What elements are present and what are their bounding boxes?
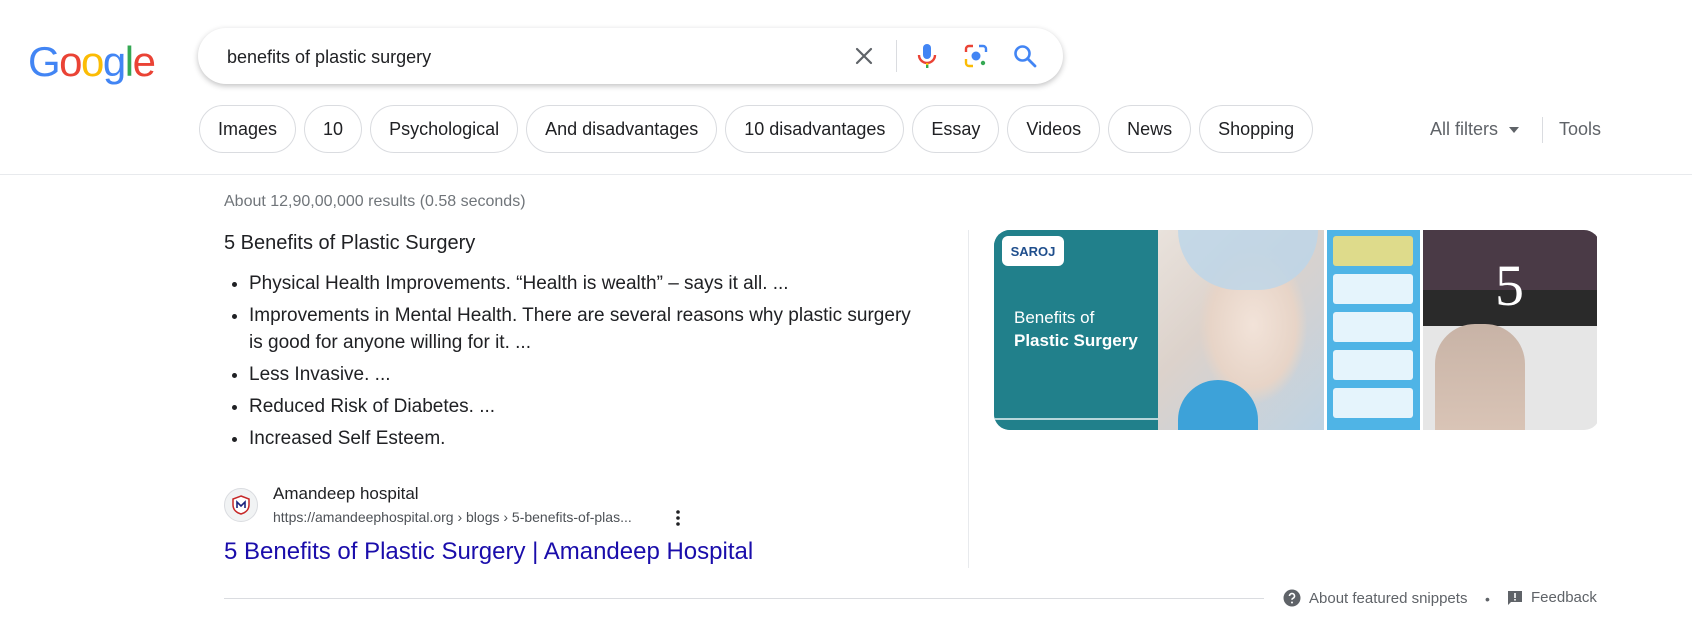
infographic-block	[1333, 350, 1413, 380]
filter-chips: Images 10 Psychological And disadvantage…	[199, 105, 1314, 153]
site-url[interactable]: https://amandeephospital.org › blogs › 5…	[273, 509, 632, 525]
all-filters-label: All filters	[1430, 119, 1499, 139]
search-divider	[896, 40, 897, 72]
chip-10[interactable]: 10	[304, 105, 363, 153]
lens-camera-icon[interactable]	[960, 40, 992, 72]
image-face-photo	[1158, 230, 1324, 430]
snippet-image-3[interactable]: 5	[1423, 230, 1597, 430]
chip-10-disadvantages[interactable]: 10 disadvantages	[725, 105, 905, 153]
microphone-icon[interactable]	[911, 40, 943, 72]
site-favicon-icon[interactable]	[224, 488, 258, 522]
face-shape	[1435, 324, 1525, 430]
chip-essay[interactable]: Essay	[912, 105, 1000, 153]
image-caption-line: Plastic Surgery	[1014, 331, 1138, 350]
saroj-logo: SAROJ	[1002, 236, 1064, 266]
image-teal-panel: SAROJ Benefits of Plastic Surgery	[994, 230, 1158, 430]
more-options-icon[interactable]	[668, 506, 688, 530]
list-item: Improvements in Mental Health. There are…	[249, 302, 929, 356]
chip-psychological[interactable]: Psychological	[370, 105, 519, 153]
tools-divider	[1542, 117, 1543, 143]
infographic-block	[1333, 274, 1413, 304]
image-number: 5	[1495, 253, 1524, 318]
search-icon[interactable]	[1009, 40, 1041, 72]
separator-dot: •	[1485, 591, 1490, 607]
caret-down-icon	[1509, 126, 1520, 133]
clear-icon[interactable]	[848, 40, 880, 72]
chip-images[interactable]: Images	[199, 105, 297, 153]
infographic-block	[1333, 236, 1413, 266]
list-item: Reduced Risk of Diabetes. ...	[249, 393, 929, 420]
snippet-image-2[interactable]	[1327, 230, 1420, 430]
list-item: Physical Health Improvements. “Health is…	[249, 270, 929, 297]
image-caption-line: Benefits of	[1014, 308, 1095, 327]
snippet-image-1[interactable]: SAROJ Benefits of Plastic Surgery	[994, 230, 1324, 430]
chip-news[interactable]: News	[1108, 105, 1192, 153]
list-item: Increased Self Esteem.	[249, 425, 929, 452]
infographic-block	[1333, 312, 1413, 342]
logo-letter: g	[102, 38, 126, 85]
logo-letter: o	[59, 38, 82, 85]
result-stats: About 12,90,00,000 results (0.58 seconds…	[224, 193, 526, 210]
snippet-bullets: Physical Health Improvements. “Health is…	[224, 270, 929, 457]
about-featured-snippets-link[interactable]: About featured snippets	[1283, 589, 1467, 607]
snippet-title: 5 Benefits of Plastic Surgery	[224, 232, 476, 254]
logo-letter: l	[124, 38, 134, 85]
all-filters-button[interactable]: All filters	[1430, 119, 1520, 140]
feedback-icon	[1508, 590, 1522, 605]
logo-letter: o	[81, 38, 104, 85]
search-input[interactable]	[225, 42, 829, 72]
header-divider	[0, 174, 1692, 175]
feedback-label: Feedback	[1531, 589, 1597, 606]
logo-letter: G	[28, 38, 61, 85]
feedback-link[interactable]: Feedback	[1507, 589, 1597, 606]
infographic-block	[1333, 388, 1413, 418]
search-box	[198, 28, 1063, 84]
column-divider	[968, 230, 969, 568]
image-caption: Benefits of Plastic Surgery	[1014, 306, 1138, 352]
help-icon	[1283, 589, 1301, 607]
chip-videos[interactable]: Videos	[1007, 105, 1101, 153]
list-item: Less Invasive. ...	[249, 361, 929, 388]
tools-button[interactable]: Tools	[1559, 119, 1601, 140]
chip-shopping[interactable]: Shopping	[1199, 105, 1314, 153]
result-title-link[interactable]: 5 Benefits of Plastic Surgery | Amandeep…	[224, 538, 753, 566]
site-name[interactable]: Amandeep hospital	[273, 484, 419, 504]
logo-letter: e	[132, 38, 156, 85]
snippet-divider	[224, 598, 1264, 599]
snippet-images: SAROJ Benefits of Plastic Surgery 5	[994, 230, 1600, 430]
image-accent-line	[994, 418, 1158, 420]
chip-and-disadvantages[interactable]: And disadvantages	[526, 105, 718, 153]
about-featured-snippets-label: About featured snippets	[1309, 589, 1468, 607]
google-logo[interactable]: Google	[28, 38, 156, 86]
